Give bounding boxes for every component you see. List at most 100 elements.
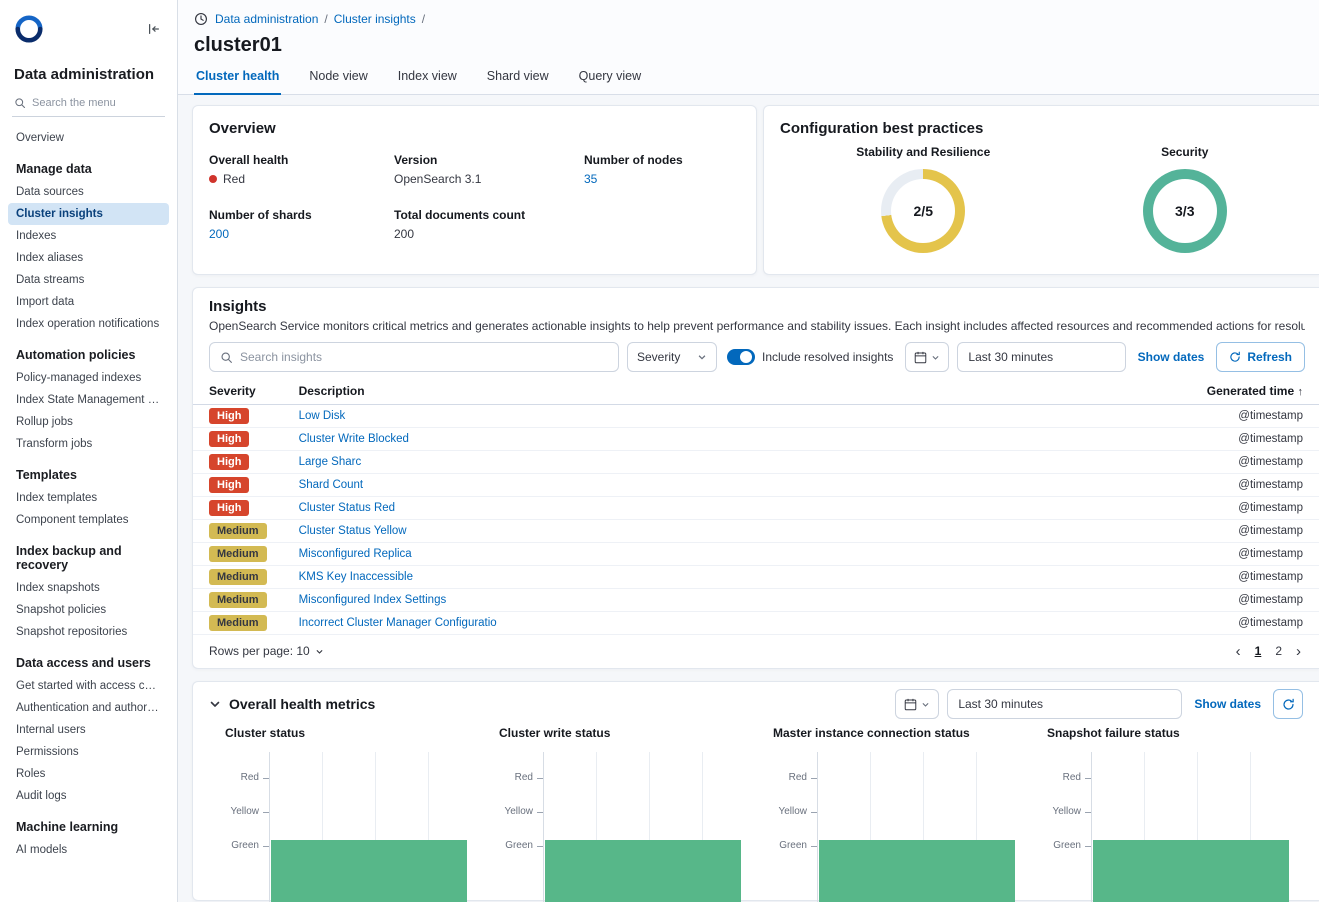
insights-description: OpenSearch Service monitors critical met…	[209, 319, 1305, 334]
sidebar-item[interactable]: AI models	[8, 839, 169, 861]
chart-title: Master instance connection status	[773, 726, 1015, 740]
y-axis-tick: Yellow	[504, 806, 543, 818]
sidebar-item[interactable]: Snapshot policies	[8, 599, 169, 621]
generated-time-cell: @timestamp	[1149, 497, 1319, 520]
tab[interactable]: Shard view	[485, 69, 551, 95]
refresh-button[interactable]: Refresh	[1216, 342, 1305, 372]
tab[interactable]: Index view	[396, 69, 459, 95]
column-header-severity[interactable]: Severity	[193, 378, 283, 405]
sidebar-group: Index backup and recovery Index snapshot…	[8, 544, 169, 643]
sidebar-item[interactable]: Transform jobs	[8, 433, 169, 455]
sidebar-item[interactable]: Snapshot repositories	[8, 621, 169, 643]
chart-plot-area	[1091, 752, 1289, 902]
insight-link[interactable]: Cluster Write Blocked	[299, 433, 409, 445]
sidebar-item[interactable]: Cluster insights	[8, 203, 169, 225]
green-status-area	[545, 840, 741, 902]
table-row: Medium KMS Key Inaccessible @timestamp	[193, 566, 1319, 589]
sidebar-item[interactable]: Index aliases	[8, 247, 169, 269]
refresh-icon	[1229, 351, 1241, 363]
previous-page-button[interactable]: ‹	[1234, 643, 1243, 660]
time-range-field[interactable]: Last 30 minutes	[957, 342, 1125, 372]
sidebar-item[interactable]: Import data	[8, 291, 169, 313]
sidebar-item[interactable]: Authentication and authorization	[8, 697, 169, 719]
sidebar-item[interactable]: Index State Management policies	[8, 389, 169, 411]
page-number-button[interactable]: 2	[1271, 642, 1286, 660]
insight-link[interactable]: Cluster Status Yellow	[299, 525, 407, 537]
sidebar-group-header: Templates	[16, 468, 161, 482]
table-row: Medium Misconfigured Index Settings @tim…	[193, 589, 1319, 612]
sidebar-item[interactable]: Index operation notifications	[8, 313, 169, 335]
include-resolved-toggle[interactable]	[727, 349, 755, 365]
sidebar-item[interactable]: Data sources	[8, 181, 169, 203]
sidebar-item[interactable]: Overview	[8, 127, 169, 149]
severity-badge: High	[209, 500, 249, 516]
tab[interactable]: Query view	[577, 69, 644, 95]
collapse-section-icon[interactable]	[209, 698, 221, 710]
gauge: Stability and Resilience 2/5	[856, 145, 990, 253]
sidebar-item[interactable]: Permissions	[8, 741, 169, 763]
chart-title: Cluster write status	[499, 726, 741, 740]
sidebar-search-input[interactable]	[32, 97, 163, 109]
insights-search-input[interactable]	[240, 350, 608, 364]
insight-link[interactable]: Shard Count	[299, 479, 364, 491]
page-title: cluster01	[194, 34, 1303, 57]
sidebar-item[interactable]: Policy-managed indexes	[8, 367, 169, 389]
severity-badge: Medium	[209, 523, 267, 539]
overview-field-label: Number of nodes	[584, 153, 740, 167]
metrics-controls: Last 30 minutes Show dates	[891, 689, 1303, 719]
insight-link[interactable]: Low Disk	[299, 410, 346, 422]
breadcrumb-item: Data administration /	[215, 12, 328, 26]
insights-controls: Severity Include resolved insights	[209, 342, 1305, 372]
sidebar-group-header: Data access and users	[16, 656, 161, 670]
sidebar-item[interactable]: Audit logs	[8, 785, 169, 807]
breadcrumb-link[interactable]: Cluster insights	[334, 12, 416, 26]
column-header-description[interactable]: Description	[283, 378, 1149, 405]
insight-link[interactable]: Misconfigured Replica	[299, 548, 412, 560]
overview-field-value: Red	[209, 172, 394, 186]
sidebar-item[interactable]: Roles	[8, 763, 169, 785]
y-axis-tick: Green	[779, 840, 817, 852]
column-header-generated-time[interactable]: Generated time ↑	[1149, 378, 1319, 405]
breadcrumb-link[interactable]: Data administration	[215, 12, 318, 26]
insight-link[interactable]: Cluster Status Red	[299, 502, 396, 514]
sidebar-item[interactable]: Data streams	[8, 269, 169, 291]
severity-filter-label: Severity	[637, 350, 680, 364]
insight-link[interactable]: Misconfigured Index Settings	[299, 594, 447, 606]
show-dates-link[interactable]: Show dates	[1194, 697, 1261, 711]
insight-link[interactable]: Incorrect Cluster Manager Configuratio	[299, 617, 497, 629]
sidebar-item[interactable]: Component templates	[8, 509, 169, 531]
overview-field-label: Version	[394, 153, 584, 167]
time-range-field[interactable]: Last 30 minutes	[947, 689, 1182, 719]
show-dates-link[interactable]: Show dates	[1138, 350, 1205, 364]
next-page-button[interactable]: ›	[1294, 643, 1303, 660]
date-picker-button[interactable]	[905, 342, 949, 372]
overview-field-value[interactable]: 35	[584, 172, 740, 186]
collapse-menu-icon[interactable]	[145, 20, 163, 38]
sidebar-item[interactable]: Get started with access control	[8, 675, 169, 697]
sidebar-search[interactable]	[12, 95, 165, 117]
sidebar-item[interactable]: Index snapshots	[8, 577, 169, 599]
date-picker-button[interactable]	[895, 689, 939, 719]
sidebar-item[interactable]: Index templates	[8, 487, 169, 509]
rows-per-page-control[interactable]: Rows per page: 10	[209, 644, 324, 658]
sidebar-item[interactable]: Internal users	[8, 719, 169, 741]
insights-search[interactable]	[209, 342, 619, 372]
tab-bar: Cluster health Node view Index view Shar…	[194, 69, 1303, 94]
y-axis-tick: Green	[505, 840, 543, 852]
insight-link[interactable]: Large Sharc	[299, 456, 362, 468]
sidebar-item[interactable]: Indexes	[8, 225, 169, 247]
insight-link[interactable]: KMS Key Inaccessible	[299, 571, 413, 583]
insights-panel: Insights OpenSearch Service monitors cri…	[192, 287, 1319, 669]
sidebar-group: Overview	[8, 127, 169, 149]
overview-field-value[interactable]: 200	[209, 227, 394, 241]
tab[interactable]: Cluster health	[194, 69, 281, 95]
generated-time-cell: @timestamp	[1149, 474, 1319, 497]
tab[interactable]: Node view	[307, 69, 369, 95]
page-number-button[interactable]: 1	[1251, 642, 1266, 660]
sidebar-item[interactable]: Rollup jobs	[8, 411, 169, 433]
severity-filter-select[interactable]: Severity	[627, 342, 717, 372]
table-row: Medium Misconfigured Replica @timestamp	[193, 543, 1319, 566]
overall-health-metrics-panel: Overall health metrics	[192, 681, 1319, 901]
time-range-value: Last 30 minutes	[968, 350, 1053, 364]
refresh-button[interactable]	[1273, 689, 1303, 719]
